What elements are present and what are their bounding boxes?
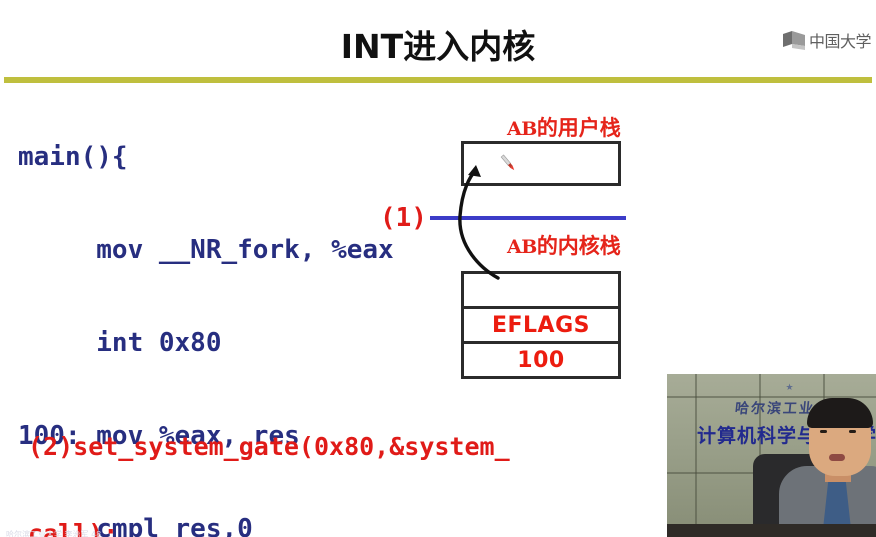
- lecturer-eye: [820, 430, 827, 433]
- code-line: (2)set_system_gate(0x80,&system_: [28, 432, 510, 461]
- brand-logo-text: 中国大学: [809, 32, 872, 51]
- page-title: INT进入内核: [340, 27, 536, 66]
- kernel-stack-cell-eflags: EFLAGS: [464, 306, 618, 341]
- lecturer-video-overlay[interactable]: ★ 哈尔滨工业大学 计算机科学与技术学院: [667, 374, 876, 537]
- lecturer-mouth: [829, 454, 845, 461]
- slide-footer-ghost: 哈尔滨工业大学 李治军 48: [6, 530, 102, 537]
- user-stack-label: AB的用户栈: [507, 112, 621, 142]
- user-stack-label-prefix: AB: [507, 118, 537, 140]
- step-1-label: (1): [380, 203, 427, 233]
- code-line: mov __NR_fork, %eax: [18, 235, 394, 265]
- kernel-setup-code-block: (2)set_system_gate(0x80,&system_ call); …: [28, 384, 510, 537]
- book-logo-icon: [783, 30, 805, 50]
- lecturer-eye: [849, 430, 856, 433]
- university-crest-icon: ★: [785, 382, 793, 392]
- user-stack-label-suffix: 的用户栈: [536, 116, 621, 140]
- lecturer-hair: [807, 398, 873, 428]
- kernel-stack-label: AB的内核栈: [507, 230, 621, 260]
- brand-logo: 中国大学: [783, 28, 872, 52]
- code-line: int 0x80: [18, 328, 222, 358]
- desk-surface: [667, 524, 876, 537]
- wall-seam: [695, 374, 697, 537]
- presentation-slide: INT进入内核 中国大学 main(){ mov __NR_fork, %eax…: [0, 0, 876, 537]
- kernel-stack-label-suffix: 的内核栈: [536, 234, 621, 258]
- curved-return-arrow: [458, 165, 500, 280]
- kernel-stack-cell-return-address: 100: [464, 341, 618, 376]
- code-line: main(){: [18, 142, 128, 172]
- title-divider: [4, 77, 872, 83]
